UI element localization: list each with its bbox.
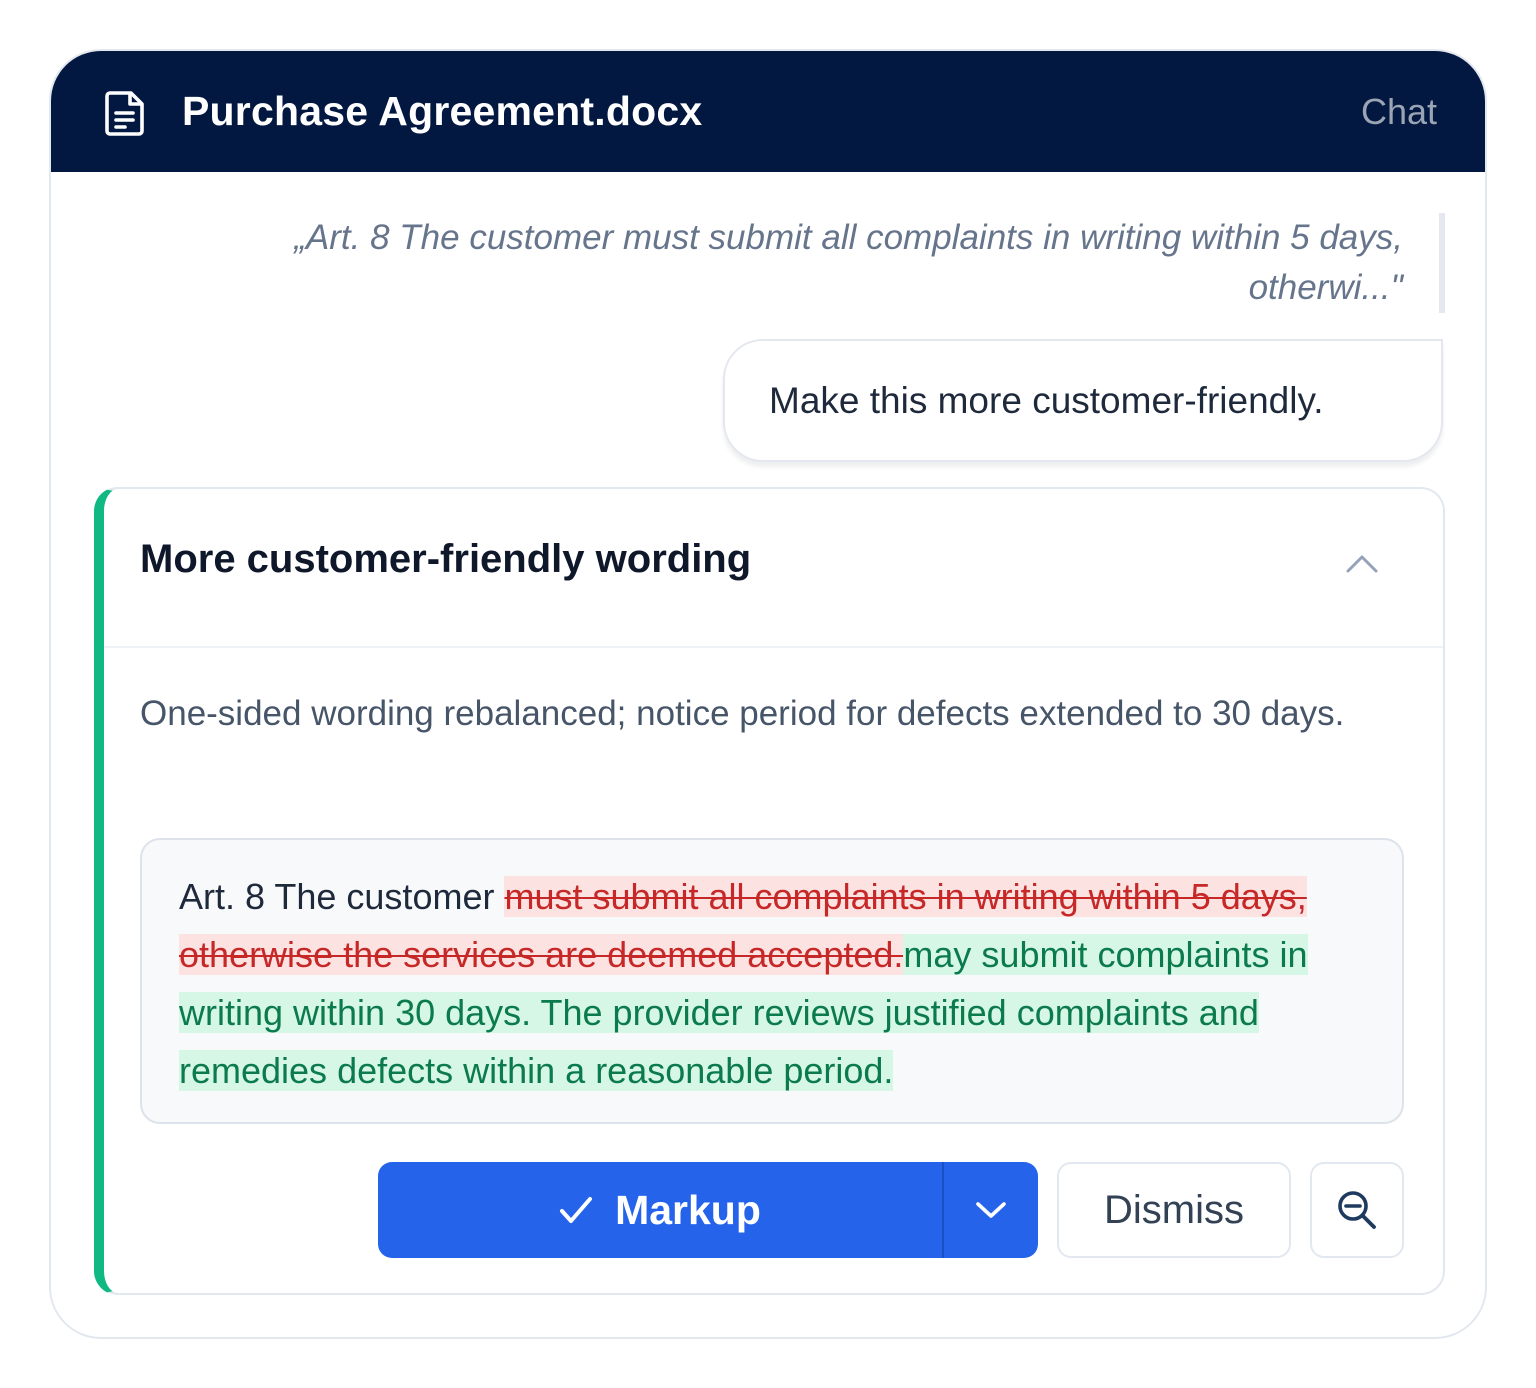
chat-panel: Purchase Agreement.docx Chat „Art. 8 The… — [49, 49, 1487, 1339]
chevron-up-icon[interactable] — [1342, 549, 1382, 579]
quoted-selection: „Art. 8 The customer must submit all com… — [251, 213, 1445, 313]
document-icon — [105, 91, 144, 136]
diff-preview: Art. 8 The customer must submit all comp… — [140, 838, 1404, 1124]
card-divider — [104, 646, 1443, 648]
tab-chat[interactable]: Chat — [1361, 51, 1437, 172]
document-title: Purchase Agreement.docx — [182, 88, 703, 134]
markup-options-dropdown[interactable] — [944, 1162, 1038, 1258]
zoom-out-icon — [1338, 1191, 1376, 1229]
check-icon — [560, 1197, 593, 1223]
panel-header: Purchase Agreement.docx Chat — [51, 51, 1485, 172]
suggestion-title: More customer-friendly wording — [140, 537, 752, 581]
suggestion-card: More customer-friendly wording One-sided… — [94, 487, 1445, 1295]
user-message-bubble: Make this more customer-friendly. — [723, 339, 1443, 462]
diff-unchanged-text: Art. 8 The customer — [179, 876, 505, 917]
suggestion-summary: One-sided wording rebalanced; notice per… — [140, 694, 1345, 733]
markup-button-label: Markup — [615, 1186, 761, 1233]
markup-split-button: Markup — [378, 1162, 1038, 1258]
markup-button[interactable]: Markup — [378, 1162, 942, 1258]
zoom-button[interactable] — [1310, 1162, 1404, 1258]
dismiss-button[interactable]: Dismiss — [1057, 1162, 1291, 1258]
chevron-down-icon — [976, 1202, 1006, 1218]
